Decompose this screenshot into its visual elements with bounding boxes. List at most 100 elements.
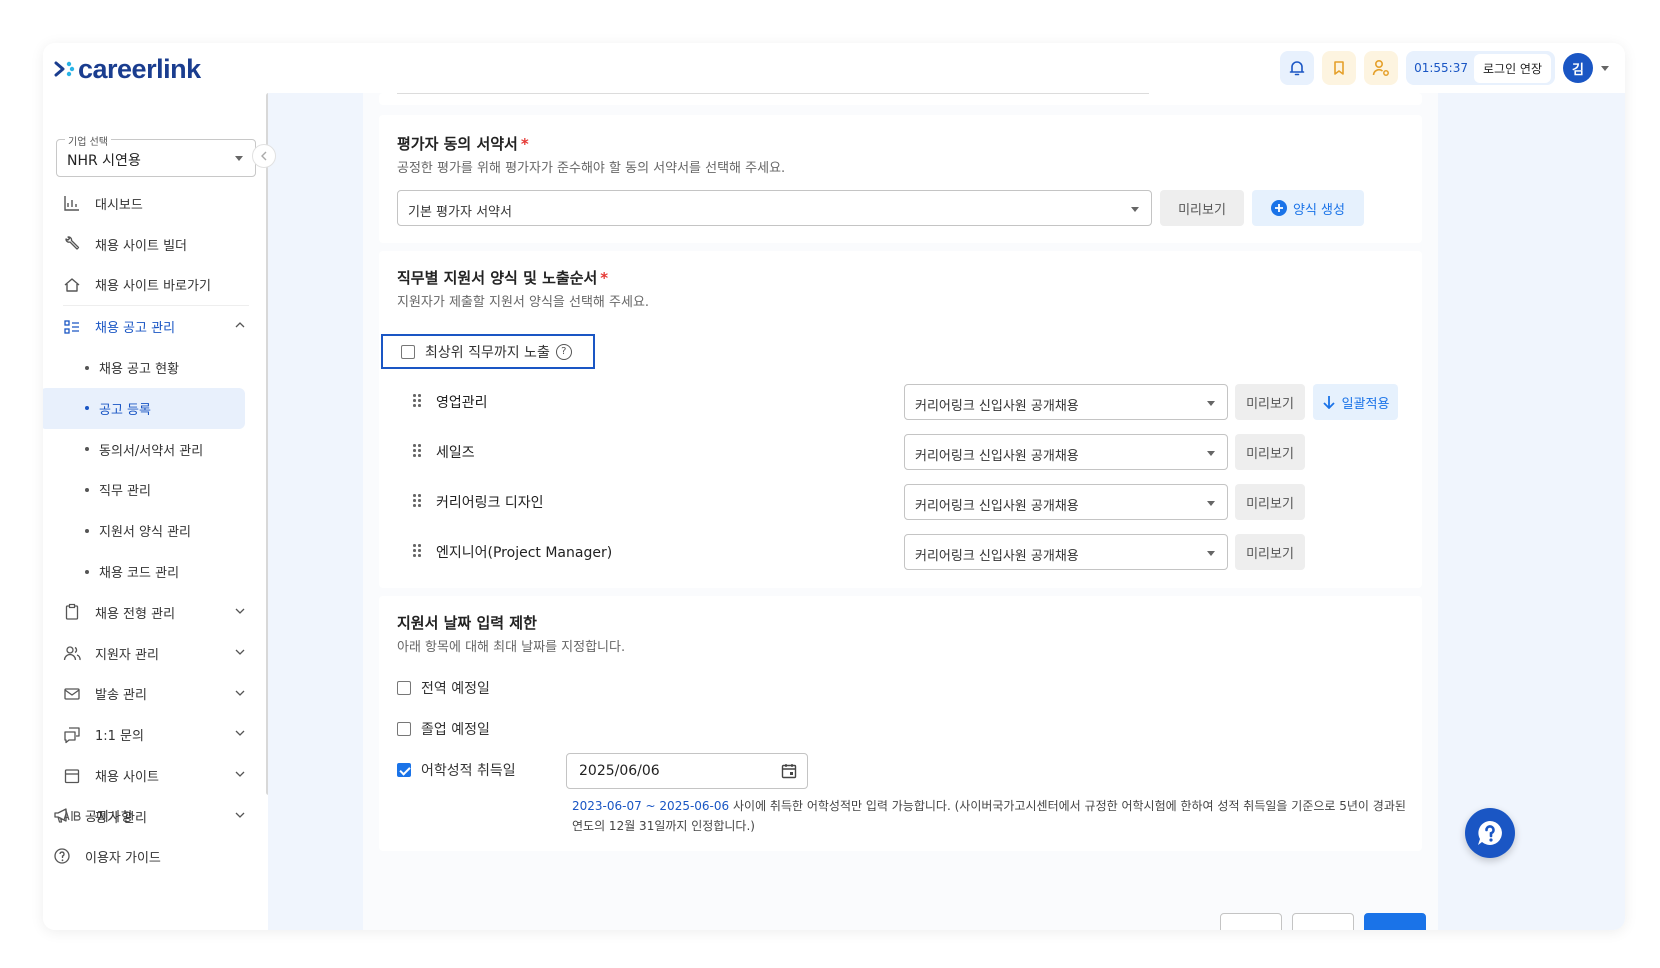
sidebar-bottom: 공지사항 이용자 가이드: [43, 795, 263, 877]
job-name: 영업관리: [436, 395, 488, 411]
job-row: 엔지니어(Project Manager) 커리어링크 신입사원 공개채용 미리…: [379, 534, 1422, 570]
help-icon: [54, 848, 70, 864]
sidebar-item-applicants[interactable]: 지원자 관리: [43, 633, 263, 674]
plus-circle-icon: [1271, 200, 1287, 216]
clipboard-icon: [65, 604, 79, 621]
help-icon[interactable]: ?: [555, 343, 572, 360]
create-form-button[interactable]: 양식 생성: [1252, 190, 1364, 226]
section-title: 평가자 동의 서약서 *: [397, 133, 529, 154]
top-job-exposure-toggle[interactable]: 최상위 직무까지 노출 ?: [381, 334, 595, 369]
logo[interactable]: careerlink: [53, 53, 201, 85]
job-form-value: 커리어링크 신입사원 공개채용: [915, 399, 1079, 414]
section-title-text: 직무별 지원서 양식 및 노출순서: [397, 269, 598, 287]
chat-icon: [64, 727, 80, 743]
sidebar-item-guide[interactable]: 이용자 가이드: [43, 836, 263, 877]
discharge-date-option[interactable]: 전역 예정일: [397, 678, 490, 698]
chevron-down-icon[interactable]: [1601, 65, 1609, 71]
pledge-select[interactable]: 기본 평가자 서약서: [397, 190, 1152, 226]
bullet-icon: [85, 487, 89, 492]
application-form-section: 직무별 지원서 양식 및 노출순서 * 지원자가 제출할 지원서 양식을 선택해 …: [379, 251, 1422, 588]
drag-handle-icon[interactable]: [413, 544, 421, 558]
sidebar-item-career-site[interactable]: 채용 사이트: [43, 755, 263, 796]
job-name: 엔지니어(Project Manager): [436, 545, 613, 561]
job-form-select[interactable]: 커리어링크 신입사원 공개채용: [904, 384, 1228, 420]
job-form-preview-button[interactable]: 미리보기: [1235, 534, 1305, 570]
sidebar-subitem-label: 공고 등록: [99, 402, 151, 418]
option-label: 전역 예정일: [421, 681, 490, 697]
language-date-checkbox[interactable]: [397, 763, 411, 777]
sidebar-item-inquiry[interactable]: 1:1 문의: [43, 714, 263, 755]
bookmark-button[interactable]: [1322, 51, 1357, 85]
job-row: 커리어링크 디자인 커리어링크 신입사원 공개채용 미리보기: [379, 484, 1422, 520]
drag-handle-icon[interactable]: [413, 494, 421, 508]
footer-primary-button[interactable]: [1364, 913, 1426, 930]
top-job-checkbox[interactable]: [401, 344, 415, 359]
sidebar-subitem-form-manage[interactable]: 지원서 양식 관리: [43, 510, 263, 551]
sidebar-item-label: 채용 사이트 바로가기: [95, 279, 211, 295]
job-form-preview-button[interactable]: 미리보기: [1235, 434, 1305, 470]
chevron-up-icon: [235, 322, 245, 328]
top-job-label: 최상위 직무까지 노출: [425, 344, 550, 361]
sidebar-item-job-posting[interactable]: 채용 공고 관리: [43, 306, 263, 347]
job-form-select[interactable]: 커리어링크 신입사원 공개채용: [904, 534, 1228, 570]
apply-all-button[interactable]: 일괄적용: [1313, 384, 1398, 420]
sidebar-subitem-posting-register[interactable]: 공고 등록: [43, 387, 245, 429]
create-form-label: 양식 생성: [1293, 202, 1345, 218]
job-form-select[interactable]: 커리어링크 신입사원 공개채용: [904, 434, 1228, 470]
calendar-icon[interactable]: [781, 763, 797, 779]
drag-handle-icon[interactable]: [413, 394, 421, 408]
sidebar-item-label: 공지사항: [85, 809, 133, 825]
language-date-option[interactable]: 어학성적 취득일: [397, 760, 516, 780]
sidebar-item-site-shortcut[interactable]: 채용 사이트 바로가기: [43, 265, 263, 306]
content-panel: 평가자 동의 서약서 * 공정한 평가를 위해 평가자가 준수해야 할 동의 서약…: [363, 93, 1438, 930]
chevron-down-icon: [235, 730, 245, 737]
section-title-text: 평가자 동의 서약서: [397, 135, 518, 153]
apply-all-label: 일괄적용: [1341, 396, 1390, 412]
job-form-preview-button[interactable]: 미리보기: [1235, 384, 1305, 420]
chevron-down-icon: [235, 771, 245, 778]
pledge-select-value: 기본 평가자 서약서: [408, 205, 512, 220]
sidebar-subitem-consent-manage[interactable]: 동의서/서약서 관리: [43, 429, 263, 470]
sidebar-item-label: 이용자 가이드: [85, 850, 161, 866]
graduation-date-option[interactable]: 졸업 예정일: [397, 719, 490, 739]
job-form-preview-button[interactable]: 미리보기: [1235, 484, 1305, 520]
sidebar-subitem-posting-status[interactable]: 채용 공고 현황: [43, 347, 263, 388]
sidebar-subitem-label: 동의서/서약서 관리: [99, 443, 204, 459]
sidebar-subitem-job-manage[interactable]: 직무 관리: [43, 470, 263, 511]
pledge-preview-button[interactable]: 미리보기: [1160, 190, 1244, 226]
job-row: 영업관리 커리어링크 신입사원 공개채용 미리보기 일괄적용: [379, 384, 1422, 420]
company-select[interactable]: 기업 선택 NHR 시연용: [56, 133, 256, 177]
header-actions: 01:55:37 로그인 연장 김: [1280, 50, 1609, 86]
drag-handle-icon[interactable]: [413, 444, 421, 458]
mail-icon: [64, 688, 80, 700]
chevron-left-icon: [261, 151, 267, 161]
footer-button[interactable]: [1220, 913, 1282, 930]
sidebar-item-mailing[interactable]: 발송 관리: [43, 674, 263, 715]
graduation-date-checkbox[interactable]: [397, 722, 411, 736]
bullet-icon: [85, 406, 89, 411]
job-form-value: 커리어링크 신입사원 공개채용: [915, 499, 1079, 514]
footer-button[interactable]: [1292, 913, 1354, 930]
megaphone-icon: [54, 808, 67, 824]
job-form-select[interactable]: 커리어링크 신입사원 공개채용: [904, 484, 1228, 520]
language-date-input[interactable]: 2025/06/06: [566, 753, 808, 789]
sidebar-item-site-builder[interactable]: 채용 사이트 빌더: [43, 224, 263, 265]
wrench-icon: [65, 236, 80, 250]
sidebar-collapse-button[interactable]: [252, 144, 276, 168]
extend-login-button[interactable]: 로그인 연장: [1473, 53, 1551, 83]
avatar[interactable]: 김: [1563, 53, 1593, 83]
notification-button[interactable]: [1280, 51, 1315, 85]
app-window: careerlink 01:55:37 로그인 연장 김 기업 선택 NHR 시…: [43, 43, 1625, 930]
section-desc: 아래 항목에 대해 최대 날짜를 지정합니다.: [397, 640, 626, 655]
sidebar-item-dashboard[interactable]: 대시보드: [43, 183, 263, 224]
help-chat-button[interactable]: [1465, 808, 1515, 858]
company-select-value: NHR 시연용: [67, 153, 141, 169]
bullet-icon: [85, 365, 89, 370]
caret-down-icon: [1207, 451, 1215, 456]
sidebar-item-process[interactable]: 채용 전형 관리: [43, 592, 263, 633]
discharge-date-checkbox[interactable]: [397, 681, 411, 695]
sidebar-item-notice[interactable]: 공지사항: [43, 795, 263, 836]
job-name: 세일즈: [436, 445, 475, 461]
sidebar-subitem-code-manage[interactable]: 채용 코드 관리: [43, 551, 263, 592]
user-settings-button[interactable]: [1364, 51, 1399, 85]
